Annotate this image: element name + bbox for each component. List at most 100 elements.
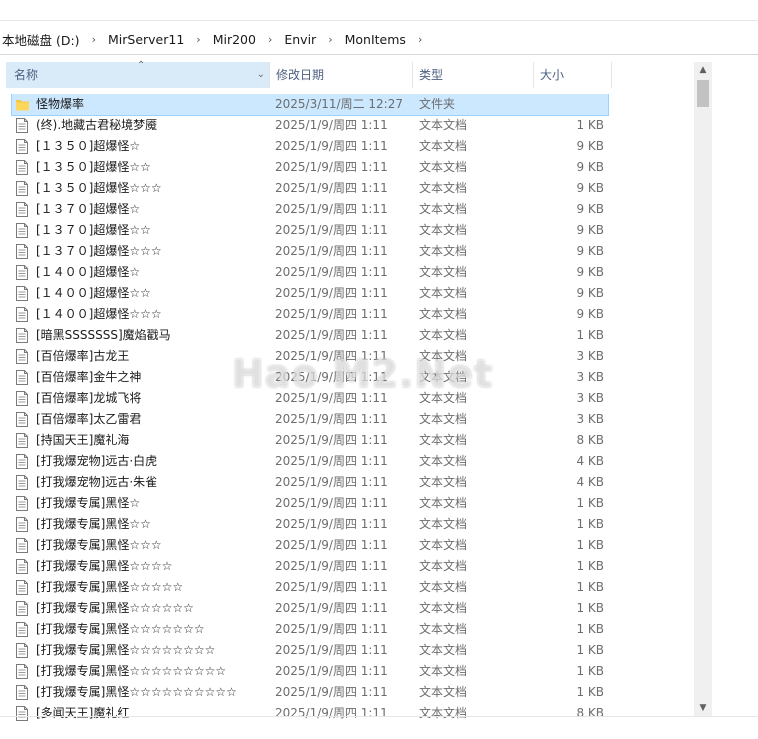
file-size: 9 KB [576, 307, 604, 321]
column-header-type-label: 类型 [419, 68, 444, 82]
file-row[interactable]: [打我爆专属]黑怪☆☆☆☆☆☆☆☆☆☆ 2025/1/9/周四 1:11 文本文档 1… [12, 682, 608, 703]
chevron-right-icon[interactable]: › [328, 33, 332, 46]
file-type: 文本文档 [419, 496, 468, 510]
file-size: 1 KB [576, 559, 604, 573]
file-date: 2025/1/9/周四 1:11 [275, 118, 388, 132]
file-row[interactable]: [打我爆专属]黑怪☆☆☆☆ 2025/1/9/周四 1:11 文本文档 1 KB [12, 556, 608, 577]
address-bar[interactable]: 本地磁盘 (D:) › MirServer11 › Mir200 › Envir › MonIt… [0, 24, 758, 55]
file-size: 9 KB [576, 160, 604, 174]
file-name: [打我爆宠物]远古·朱雀 [36, 475, 158, 489]
file-row[interactable]: (终).地藏古君秘境梦魇 2025/1/9/周四 1:11 文本文档 1 KB [12, 115, 608, 136]
column-header-size[interactable]: 大小 [533, 62, 612, 88]
file-row[interactable]: [１４００]超爆怪☆ 2025/1/9/周四 1:11 文本文档 9 KB [12, 262, 608, 283]
file-row[interactable]: [１３５０]超爆怪☆☆☆ 2025/1/9/周四 1:11 文本文档 9 KB [12, 178, 608, 199]
file-row[interactable]: [打我爆专属]黑怪☆☆ 2025/1/9/周四 1:11 文本文档 1 KB [12, 514, 608, 535]
file-size: 9 KB [576, 286, 604, 300]
file-type: 文本文档 [419, 706, 468, 720]
text-file-icon [16, 328, 28, 343]
file-row[interactable]: [打我爆专属]黑怪☆☆☆☆☆☆☆ 2025/1/9/周四 1:11 文本文档 1 KB [12, 619, 608, 640]
file-date: 2025/1/9/周四 1:11 [275, 349, 388, 363]
file-name: (终).地藏古君秘境梦魇 [36, 118, 158, 132]
file-type: 文本文档 [419, 580, 468, 594]
text-file-icon [16, 706, 28, 721]
file-name: [打我爆专属]黑怪☆☆☆☆☆☆☆☆☆ [36, 664, 227, 678]
file-name: [打我爆专属]黑怪☆☆☆☆☆☆ [36, 601, 194, 615]
chevron-right-icon[interactable]: › [92, 33, 96, 46]
file-type: 文本文档 [419, 664, 468, 678]
file-date: 2025/1/9/周四 1:11 [275, 181, 388, 195]
column-header: ⌃ 名称 ⌄ 修改日期 类型 大小 [0, 60, 612, 88]
file-date: 2025/1/9/周四 1:11 [275, 139, 388, 153]
file-name: [百倍爆率]古龙王 [36, 349, 130, 363]
file-row[interactable]: [百倍爆率]龙城飞将 2025/1/9/周四 1:11 文本文档 3 KB [12, 388, 608, 409]
file-row[interactable]: [暗黑SSSSSSS]魔焰戳马 2025/1/9/周四 1:11 文本文档 1 KB [12, 325, 608, 346]
breadcrumb-item[interactable]: 本地磁盘 (D:) [0, 30, 82, 49]
file-row[interactable]: 怪物爆率 2025/3/11/周二 12:27 文件夹 [11, 94, 609, 116]
file-row[interactable]: [１４００]超爆怪☆☆ 2025/1/9/周四 1:11 文本文档 9 KB [12, 283, 608, 304]
file-type: 文本文档 [419, 202, 468, 216]
file-row[interactable]: [打我爆专属]黑怪☆☆☆☆☆☆ 2025/1/9/周四 1:11 文本文档 1 KB [12, 598, 608, 619]
file-size: 9 KB [576, 139, 604, 153]
scrollbar-thumb[interactable] [697, 80, 709, 107]
text-file-icon [16, 139, 28, 154]
file-row[interactable]: [１３７０]超爆怪☆☆☆ 2025/1/9/周四 1:11 文本文档 9 KB [12, 241, 608, 262]
file-row[interactable]: [打我爆专属]黑怪☆☆☆☆☆☆☆☆☆ 2025/1/9/周四 1:11 文本文档 1 … [12, 661, 608, 682]
scroll-down-arrow-icon[interactable]: ▼ [694, 700, 712, 716]
file-row[interactable]: [百倍爆率]金牛之神 2025/1/9/周四 1:11 文本文档 3 KB [12, 367, 608, 388]
file-row[interactable]: [１３７０]超爆怪☆☆ 2025/1/9/周四 1:11 文本文档 9 KB [12, 220, 608, 241]
file-type: 文本文档 [419, 307, 468, 321]
file-date: 2025/1/9/周四 1:11 [275, 202, 388, 216]
vertical-scrollbar[interactable]: ▲ ▼ [694, 62, 712, 716]
file-row[interactable]: [打我爆宠物]远古·朱雀 2025/1/9/周四 1:11 文本文档 4 KB [12, 472, 608, 493]
file-row[interactable]: [打我爆宠物]远古·白虎 2025/1/9/周四 1:11 文本文档 4 KB [12, 451, 608, 472]
breadcrumb-item[interactable]: MirServer11 [108, 32, 186, 47]
column-header-type[interactable]: 类型 [412, 62, 533, 88]
file-row[interactable]: [１３７０]超爆怪☆ 2025/1/9/周四 1:11 文本文档 9 KB [12, 199, 608, 220]
file-name: [１３５０]超爆怪☆ [36, 139, 141, 153]
chevron-right-icon[interactable]: › [268, 33, 272, 46]
scroll-up-arrow-icon[interactable]: ▲ [694, 62, 712, 78]
file-name: [暗黑SSSSSSS]魔焰戳马 [36, 328, 171, 342]
file-name: [１３７０]超爆怪☆☆ [36, 223, 151, 237]
file-type: 文本文档 [419, 244, 468, 258]
chevron-down-icon[interactable]: ⌄ [257, 62, 265, 88]
file-date: 2025/1/9/周四 1:11 [275, 391, 388, 405]
text-file-icon [16, 391, 28, 406]
file-date: 2025/1/9/周四 1:11 [275, 223, 388, 237]
file-row[interactable]: [多闻天王]魔礼红 2025/1/9/周四 1:11 文本文档 8 KB [12, 703, 608, 724]
column-header-name[interactable]: ⌃ 名称 ⌄ [6, 60, 269, 88]
file-row[interactable]: [打我爆专属]黑怪☆ 2025/1/9/周四 1:11 文本文档 1 KB [12, 493, 608, 514]
chevron-right-icon[interactable]: › [418, 33, 422, 46]
file-size: 9 KB [576, 223, 604, 237]
file-size: 3 KB [576, 370, 604, 384]
breadcrumb-item[interactable]: MonItems [345, 32, 408, 47]
file-row[interactable]: [持国天王]魔礼海 2025/1/9/周四 1:11 文本文档 8 KB [12, 430, 608, 451]
file-row[interactable]: [１３５０]超爆怪☆☆ 2025/1/9/周四 1:11 文本文档 9 KB [12, 157, 608, 178]
file-row[interactable]: [１４００]超爆怪☆☆☆ 2025/1/9/周四 1:11 文本文档 9 KB [12, 304, 608, 325]
text-file-icon [16, 643, 28, 658]
file-type: 文本文档 [419, 685, 468, 699]
file-row[interactable]: [１３５０]超爆怪☆ 2025/1/9/周四 1:11 文本文档 9 KB [12, 136, 608, 157]
column-header-date[interactable]: 修改日期 [269, 62, 412, 88]
file-type: 文本文档 [419, 601, 468, 615]
file-type: 文本文档 [419, 412, 468, 426]
file-type: 文件夹 [419, 97, 456, 111]
text-file-icon [16, 517, 28, 532]
file-row[interactable]: [打我爆专属]黑怪☆☆☆ 2025/1/9/周四 1:11 文本文档 1 KB [12, 535, 608, 556]
file-size: 9 KB [576, 181, 604, 195]
file-row[interactable]: [打我爆专属]黑怪☆☆☆☆☆☆☆☆ 2025/1/9/周四 1:11 文本文档 1 K… [12, 640, 608, 661]
file-size: 1 KB [576, 664, 604, 678]
file-size: 3 KB [576, 391, 604, 405]
file-row[interactable]: [百倍爆率]太乙雷君 2025/1/9/周四 1:11 文本文档 3 KB [12, 409, 608, 430]
file-type: 文本文档 [419, 454, 468, 468]
file-name: [打我爆专属]黑怪☆☆ [36, 517, 151, 531]
breadcrumb-item[interactable]: Mir200 [213, 32, 258, 47]
file-name: [打我爆专属]黑怪☆☆☆☆☆☆☆☆ [36, 643, 216, 657]
file-row[interactable]: [百倍爆率]古龙王 2025/1/9/周四 1:11 文本文档 3 KB [12, 346, 608, 367]
file-date: 2025/1/9/周四 1:11 [275, 580, 388, 594]
file-size: 8 KB [576, 433, 604, 447]
file-name: [百倍爆率]金牛之神 [36, 370, 142, 384]
chevron-right-icon[interactable]: › [196, 33, 200, 46]
breadcrumb-item[interactable]: Envir [284, 32, 318, 47]
file-row[interactable]: [打我爆专属]黑怪☆☆☆☆☆ 2025/1/9/周四 1:11 文本文档 1 KB [12, 577, 608, 598]
